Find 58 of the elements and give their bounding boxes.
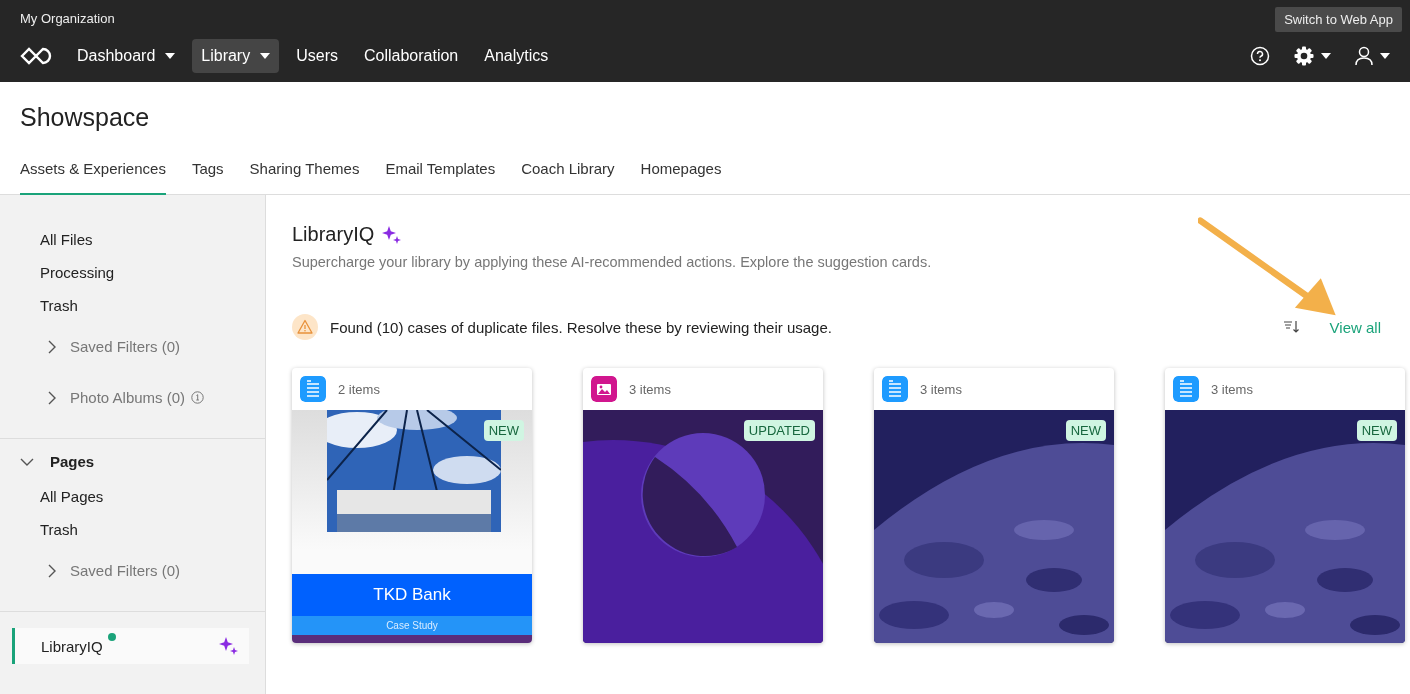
caret-icon [1321, 53, 1331, 59]
tab[interactable]: Tags [191, 160, 224, 195]
status-badge: NEW [483, 420, 524, 441]
user-menu[interactable] [1355, 46, 1390, 66]
sidebar-item[interactable]: All Pages [0, 480, 144, 513]
folder-item[interactable]: Photo Albums (0) [0, 371, 253, 422]
settings-menu[interactable] [1294, 46, 1331, 66]
nav-item[interactable]: Users [287, 39, 347, 73]
cover-title: TKD Bank [292, 574, 532, 616]
item-count: 3 items [629, 381, 671, 397]
sidebar-item[interactable]: All Files [0, 223, 133, 256]
sidebar-item[interactable]: LibraryIQ [12, 628, 249, 664]
cover-subtitle: Case Study [292, 616, 532, 635]
organization-name: My Organization [20, 10, 115, 26]
status-badge: NEW [1356, 420, 1397, 441]
tab[interactable]: Email Templates [385, 160, 496, 195]
caret-icon [1380, 53, 1390, 59]
tab[interactable]: Homepages [640, 160, 722, 195]
document-icon [300, 376, 326, 402]
status-badge: UPDATED [743, 420, 815, 441]
sort-icon[interactable] [1283, 320, 1300, 334]
status-badge: NEW [1065, 420, 1106, 441]
suggestion-card[interactable]: 3 items NEW [874, 368, 1114, 643]
folder-item[interactable]: Saved Filters (0) [0, 546, 229, 595]
chevron-icon [48, 390, 56, 405]
item-count: 2 items [338, 381, 380, 397]
section-title: LibraryIQ [292, 223, 375, 246]
chevron-icon [48, 563, 56, 578]
suggestion-text: Found (10) cases of duplicate files. Resolve these by reviewing their usage. [330, 318, 832, 336]
document-icon [1173, 376, 1199, 402]
image-icon [591, 376, 617, 402]
nav-item[interactable]: Library [192, 39, 280, 73]
help-icon[interactable] [1250, 46, 1270, 66]
logo-icon[interactable] [20, 47, 54, 65]
nav-item[interactable]: Collaboration [354, 39, 468, 73]
sidebar-item[interactable]: Trash [0, 513, 118, 546]
suggestion-card[interactable]: 3 items UPDATED [583, 368, 823, 643]
chevron-icon [48, 339, 56, 354]
section-header[interactable]: Pages [0, 447, 115, 480]
sparkle-icon [382, 224, 403, 245]
item-count: 3 items [1211, 381, 1253, 397]
document-icon [882, 376, 908, 402]
section-description: Supercharge your library by applying these AI-recommended actions. Explore the suggestion cards. [292, 254, 933, 270]
switch-app-button[interactable]: Switch to Web App [1275, 6, 1402, 32]
folder-item[interactable]: Saved Filters (0) [0, 322, 229, 371]
sidebar-item[interactable]: Processing [0, 256, 155, 289]
warning-icon [292, 314, 318, 340]
tab[interactable]: Sharing Themes [249, 160, 360, 195]
item-count: 3 items [920, 381, 962, 397]
page-title: Showspace [20, 102, 151, 132]
tab[interactable]: Coach Library [521, 160, 615, 195]
sparkle-icon [219, 636, 239, 656]
nav-item[interactable]: Analytics [475, 39, 558, 73]
chevron-icon [20, 457, 34, 466]
suggestion-card[interactable]: 3 items NEW [1165, 368, 1405, 643]
nav-item[interactable]: Dashboard [68, 39, 185, 73]
suggestion-card[interactable]: 2 items TKD Bank Case Study NEW [292, 368, 532, 643]
sidebar-item[interactable]: Trash [0, 289, 118, 322]
